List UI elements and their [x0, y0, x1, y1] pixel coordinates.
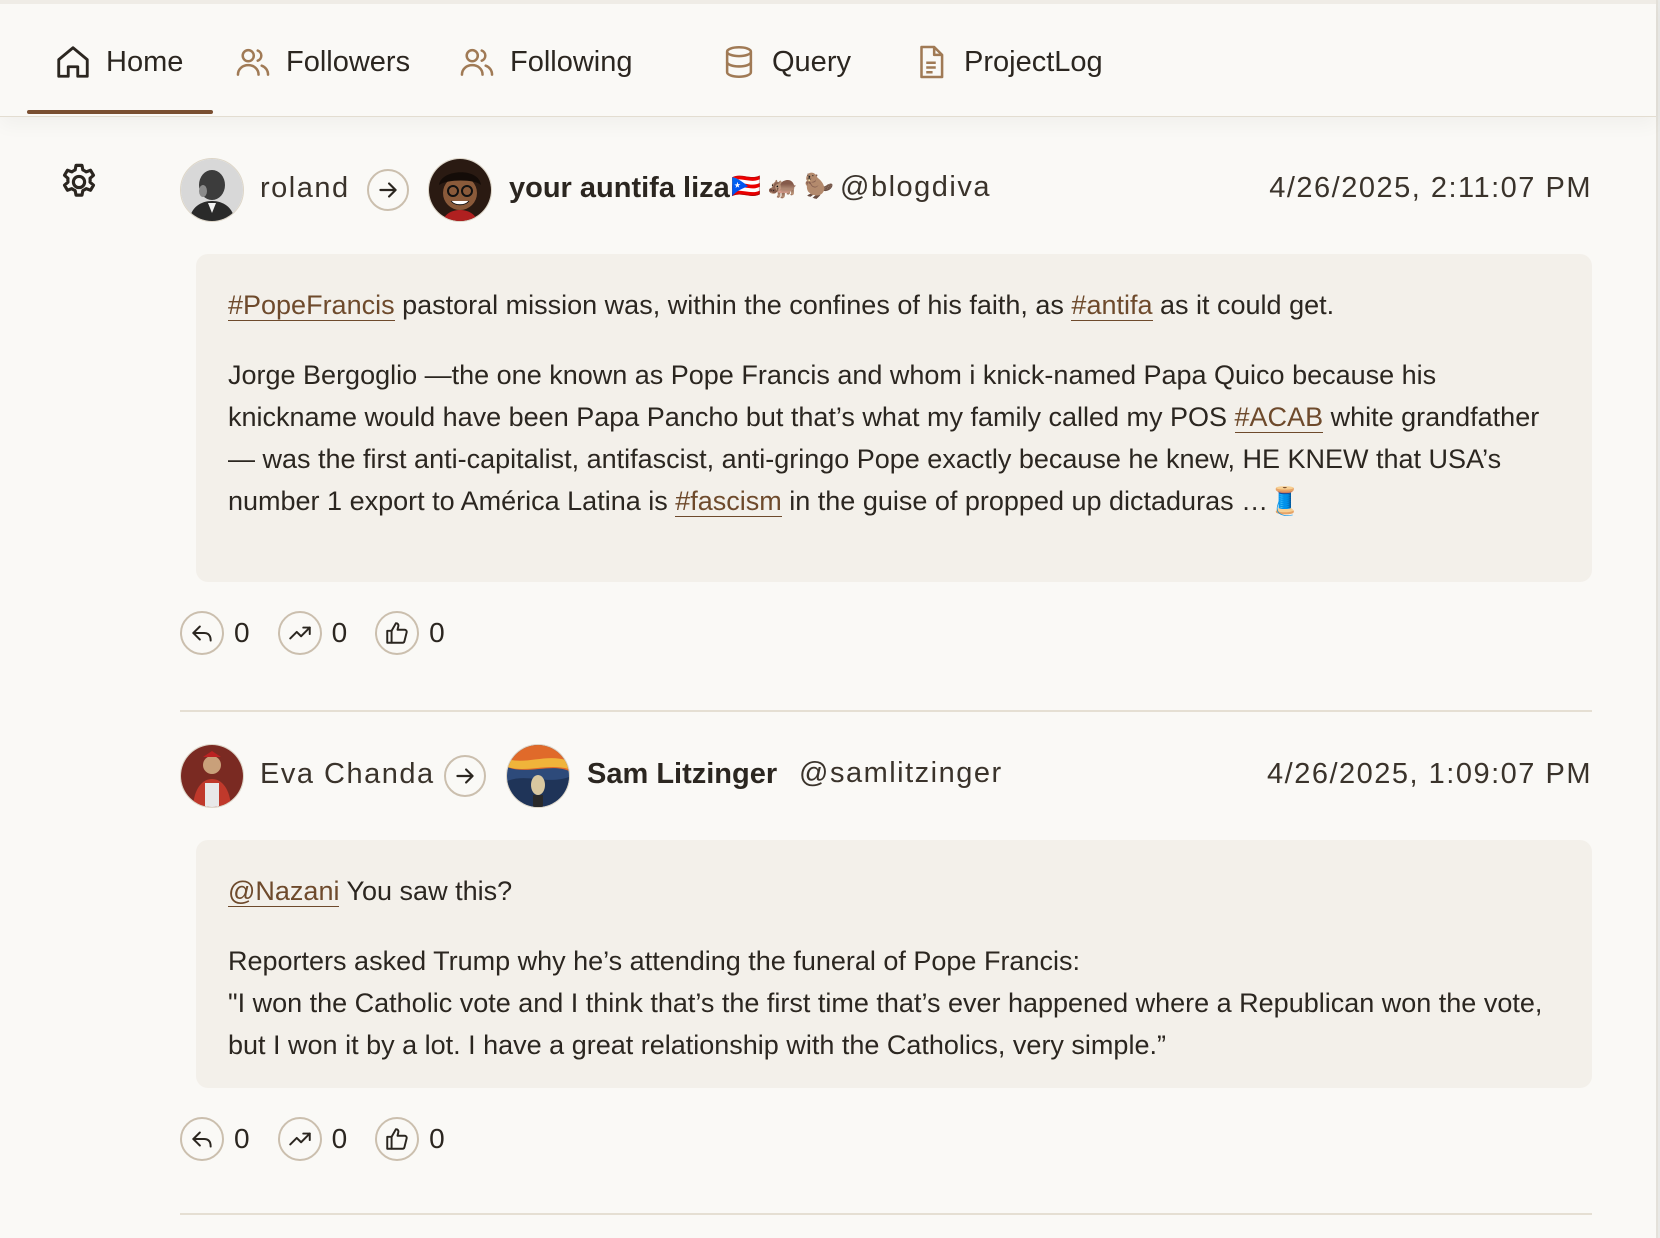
author-display-name[interactable]: your auntifa liza [509, 172, 730, 205]
post-actions: 0 0 0 [180, 1116, 473, 1162]
like-count: 0 [429, 1123, 445, 1154]
post-text: You saw this? [339, 876, 513, 906]
boosted-by-name[interactable]: roland [260, 172, 350, 205]
boost-count: 0 [331, 617, 348, 648]
hashtag-link[interactable]: #PopeFrancis [228, 290, 395, 321]
like-action: 0 [375, 611, 445, 655]
author-handle[interactable]: @samlitzinger [799, 757, 1003, 790]
reply-action: 0 [180, 1117, 250, 1161]
avatar[interactable] [428, 158, 492, 222]
hashtag-link[interactable]: #antifa [1071, 290, 1153, 321]
author-display-name[interactable]: Sam Litzinger [587, 758, 777, 791]
home-icon [57, 46, 89, 78]
thumbs-up-icon [386, 622, 408, 644]
author-emojis: 🇵🇷 🦛 🦫 [731, 173, 834, 200]
reply-icon [192, 625, 212, 642]
post-actions: 0 0 0 [180, 610, 473, 656]
post-header: Eva Chanda Sam Litzinger @samlitzinger 4… [180, 744, 1592, 810]
post-card: Eva Chanda Sam Litzinger @samlitzinger 4… [180, 744, 1592, 1224]
hashtag-link[interactable]: #fascism [675, 486, 782, 517]
post-paragraph: @Nazani You saw this? [228, 870, 1560, 912]
nav-top-border [0, 0, 1656, 4]
arrow-right-button[interactable] [444, 755, 486, 797]
active-tab-indicator [27, 110, 213, 114]
tab-following-label: Following [510, 45, 633, 78]
tab-query-label: Query [772, 45, 851, 78]
post-divider [180, 710, 1592, 712]
post-timestamp[interactable]: 4/26/2025, 1:09:07 PM [1267, 758, 1592, 791]
reply-count: 0 [234, 1123, 250, 1154]
boost-action: 0 [277, 611, 348, 655]
users-icon [460, 48, 494, 76]
boost-action: 0 [277, 1117, 348, 1161]
post-content: @Nazani You saw this? Reporters asked Tr… [196, 840, 1592, 1088]
tab-projectlog[interactable]: ProjectLog [912, 40, 1103, 84]
reply-button[interactable] [180, 611, 224, 655]
post-text: as it could get. [1152, 290, 1335, 320]
tab-following[interactable]: Following [458, 40, 633, 84]
post-header: roland your auntifa liza 🇵🇷 🦛 🦫 @blogdiv… [180, 158, 1592, 224]
tab-home[interactable]: Home [54, 40, 183, 84]
tab-query[interactable]: Query [720, 40, 851, 84]
reply-action: 0 [180, 611, 250, 655]
post-text: in the guise of propped up dictaduras …🧵 [781, 486, 1302, 516]
mention-link[interactable]: @Nazani [228, 876, 340, 907]
boost-button[interactable] [277, 1117, 322, 1161]
post-paragraph: Reporters asked Trump why he’s attending… [228, 940, 1560, 1066]
post-paragraph: Jorge Bergoglio —the one known as Pope F… [228, 354, 1560, 522]
avatar-image-samlitzinger [507, 745, 569, 807]
document-icon [920, 45, 944, 79]
like-action: 0 [375, 1117, 445, 1161]
tab-projectlog-label: ProjectLog [964, 45, 1103, 78]
arrow-right-icon [379, 182, 397, 198]
settings-button[interactable] [58, 161, 100, 203]
avatar[interactable] [506, 744, 570, 808]
users-icon [236, 48, 270, 76]
reply-icon [192, 1131, 212, 1148]
tab-followers[interactable]: Followers [234, 40, 410, 84]
boosted-by-name[interactable]: Eva Chanda [260, 758, 435, 791]
avatar-image-roland [181, 159, 243, 221]
tab-home-label: Home [106, 45, 184, 78]
tab-followers-label: Followers [286, 45, 411, 78]
app-window: Home Followers Following Query ProjectLo… [0, 0, 1658, 1238]
like-button[interactable] [375, 1117, 420, 1161]
arrow-right-button[interactable] [367, 169, 409, 211]
post-content: #PopeFrancis pastoral mission was, withi… [196, 254, 1592, 582]
top-nav: Home Followers Following Query ProjectLo… [0, 0, 1656, 117]
avatar-image-eva [181, 745, 243, 807]
like-count: 0 [429, 617, 445, 648]
avatar-image-blogdiva [429, 159, 491, 221]
post-text: Reporters asked Trump why he’s attending… [228, 946, 1080, 976]
reply-count: 0 [234, 617, 250, 648]
author-name-emojis: 🇵🇷 🦛 🦫 [731, 172, 834, 201]
avatar[interactable] [180, 744, 244, 808]
author-handle[interactable]: @blogdiva [840, 171, 991, 204]
gear-icon [62, 163, 96, 197]
database-icon [725, 46, 753, 78]
boost-button[interactable] [277, 611, 322, 655]
post-divider [180, 1213, 1592, 1215]
reply-button[interactable] [180, 1117, 224, 1161]
like-button[interactable] [375, 611, 420, 655]
post-card: roland your auntifa liza 🇵🇷 🦛 🦫 @blogdiv… [180, 158, 1592, 718]
trending-up-icon [288, 626, 311, 640]
trending-up-icon [288, 1132, 311, 1146]
boost-count: 0 [331, 1123, 348, 1154]
post-text: "I won the Catholic vote and I think tha… [228, 988, 1543, 1060]
post-paragraph: #PopeFrancis pastoral mission was, withi… [228, 284, 1560, 326]
post-text: pastoral mission was, within the confine… [394, 290, 1072, 320]
hashtag-link[interactable]: #ACAB [1234, 402, 1324, 433]
avatar[interactable] [180, 158, 244, 222]
thumbs-up-icon [386, 1128, 408, 1150]
arrow-right-icon [456, 768, 474, 784]
post-timestamp[interactable]: 4/26/2025, 2:11:07 PM [1269, 172, 1592, 205]
